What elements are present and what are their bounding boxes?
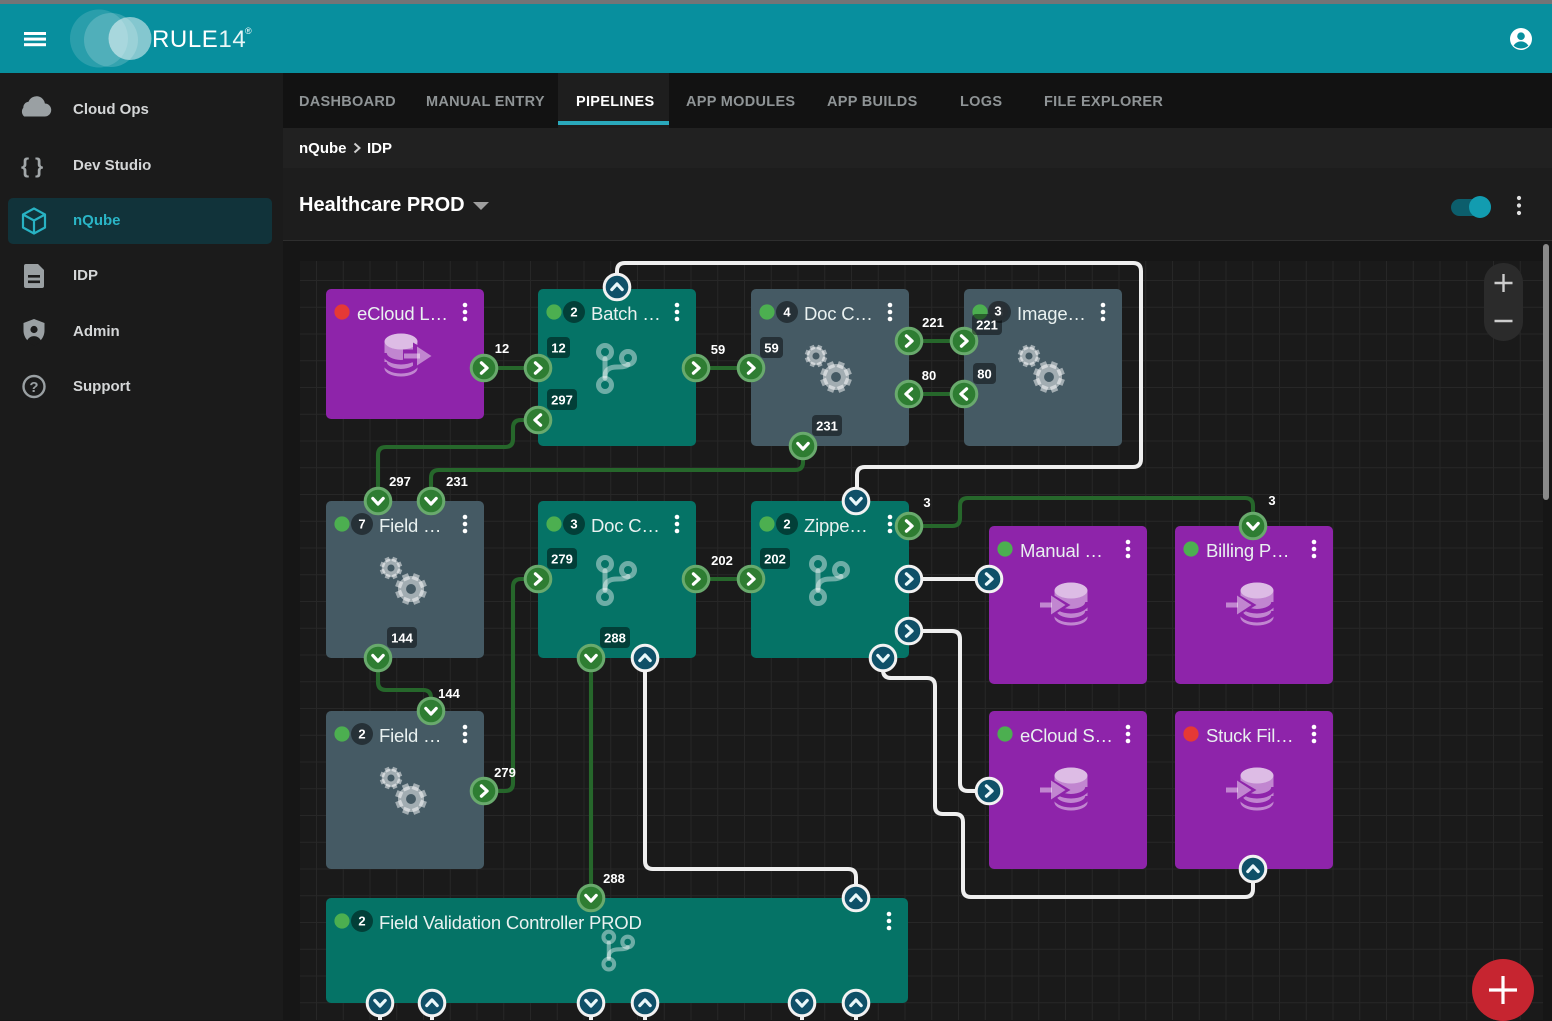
svg-text:7: 7 (358, 517, 365, 532)
svg-text:279: 279 (551, 552, 573, 567)
svg-text:2: 2 (358, 727, 365, 742)
svg-text:59: 59 (764, 341, 778, 356)
svg-text:297: 297 (551, 393, 573, 408)
svg-text:202: 202 (764, 552, 786, 567)
svg-text:Field …: Field … (379, 515, 441, 536)
svg-text:80: 80 (922, 368, 936, 383)
svg-text:288: 288 (603, 871, 625, 886)
svg-text:279: 279 (494, 765, 516, 780)
svg-text:59: 59 (711, 342, 725, 357)
svg-text:202: 202 (711, 553, 733, 568)
svg-text:144: 144 (438, 686, 460, 701)
svg-text:3: 3 (923, 495, 930, 510)
svg-text:Zippe…: Zippe… (804, 515, 868, 536)
svg-text:3: 3 (570, 517, 577, 532)
svg-text:297: 297 (389, 474, 411, 489)
svg-text:Image…: Image… (1017, 303, 1086, 324)
svg-text:Field Validation Controller PR: Field Validation Controller PROD (379, 912, 642, 933)
svg-text:231: 231 (816, 419, 838, 434)
svg-text:3: 3 (994, 304, 1001, 319)
svg-text:12: 12 (551, 341, 565, 356)
svg-text:4: 4 (783, 305, 791, 320)
svg-text:eCloud L…: eCloud L… (357, 303, 448, 324)
svg-text:288: 288 (604, 631, 626, 646)
svg-text:Doc C…: Doc C… (804, 303, 873, 324)
svg-text:221: 221 (922, 315, 944, 330)
svg-text:12: 12 (495, 341, 509, 356)
svg-text:80: 80 (977, 367, 991, 382)
svg-text:eCloud S…: eCloud S… (1020, 725, 1113, 746)
svg-text:Field …: Field … (379, 725, 441, 746)
svg-text:2: 2 (783, 517, 790, 532)
svg-text:2: 2 (570, 305, 577, 320)
svg-text:Manual …: Manual … (1020, 540, 1103, 561)
svg-text:Stuck Fil…: Stuck Fil… (1206, 725, 1293, 746)
svg-text:144: 144 (391, 631, 413, 646)
svg-text:Billing P…: Billing P… (1206, 540, 1289, 561)
svg-text:Batch …: Batch … (591, 303, 661, 324)
svg-text:Doc C…: Doc C… (591, 515, 660, 536)
svg-text:231: 231 (446, 474, 468, 489)
svg-text:3: 3 (1268, 493, 1275, 508)
svg-text:2: 2 (358, 914, 365, 929)
